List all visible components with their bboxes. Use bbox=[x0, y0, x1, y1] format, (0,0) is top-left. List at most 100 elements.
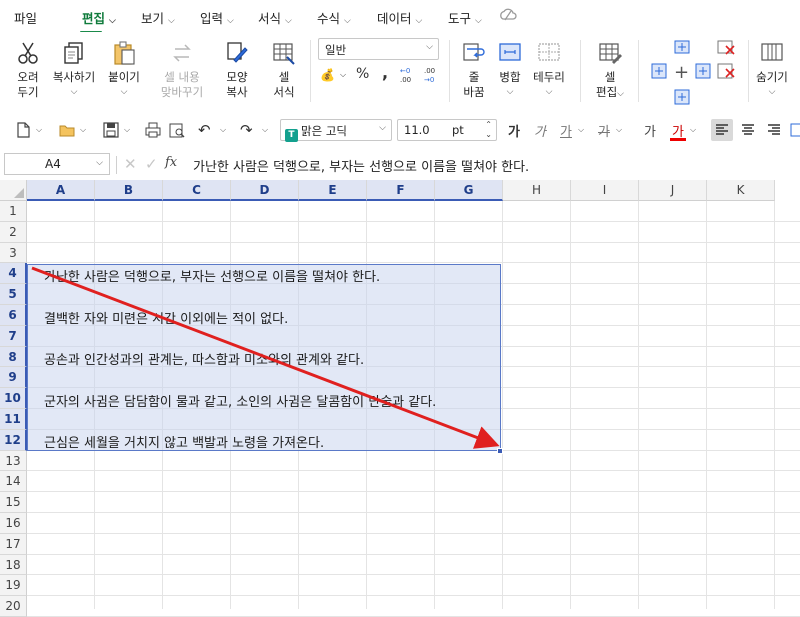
tab-tools[interactable]: 도구 ⌵ bbox=[448, 8, 482, 27]
cell-a4[interactable]: 가난한 사람은 덕행으로, 부자는 선행으로 이름을 떨쳐야 한다. bbox=[44, 266, 380, 285]
strikethrough-button[interactable]: 가 bbox=[598, 121, 610, 140]
row-header-16[interactable]: 16 bbox=[0, 513, 27, 534]
tab-file[interactable]: 파일 bbox=[14, 8, 37, 27]
row-header-5[interactable]: 5 bbox=[0, 284, 27, 305]
row-header-4[interactable]: 4 bbox=[0, 263, 27, 285]
confirm-icon[interactable]: ✓ bbox=[145, 155, 158, 173]
font-name-select[interactable]: T 맑은 고딕 ⌵ bbox=[280, 119, 392, 142]
column-header-f[interactable]: F bbox=[367, 180, 435, 201]
chevron-down-icon[interactable]: ⌵ bbox=[36, 125, 42, 135]
border-button[interactable]: 테두리 ⌵ bbox=[530, 40, 568, 100]
tab-insert[interactable]: 입력 ⌵ bbox=[200, 8, 234, 27]
chevron-down-icon[interactable]: ⌵ bbox=[616, 125, 622, 135]
undo-icon[interactable]: ↶ bbox=[198, 121, 211, 139]
column-header-k[interactable]: K bbox=[707, 180, 775, 201]
row-header-12[interactable]: 12 bbox=[0, 429, 27, 451]
decrease-decimal-icon[interactable]: .00 →0 bbox=[424, 65, 444, 83]
paste-button[interactable]: 붙이기 ⌵ bbox=[104, 40, 144, 100]
cell-format-button[interactable]: 셀 서식 bbox=[266, 40, 302, 100]
name-box[interactable]: A4 ⌵ bbox=[4, 153, 110, 175]
column-header-i[interactable]: I bbox=[571, 180, 639, 201]
row-header-11[interactable]: 11 bbox=[0, 409, 27, 430]
spinner-icon[interactable]: ⌃ ⌄ bbox=[485, 120, 492, 140]
tab-data[interactable]: 데이터 ⌵ bbox=[377, 8, 422, 27]
number-format-select[interactable]: 일반 ⌵ bbox=[318, 38, 439, 60]
row-header-2[interactable]: 2 bbox=[0, 221, 27, 243]
row-header-3[interactable]: 3 bbox=[0, 242, 27, 264]
wrap-text-button[interactable]: 줄 바꿈 bbox=[458, 40, 490, 100]
cloud-sync-icon[interactable] bbox=[499, 8, 517, 22]
row-header-1[interactable]: 1 bbox=[0, 201, 27, 222]
column-header-c[interactable]: C bbox=[163, 180, 231, 201]
new-document-icon[interactable] bbox=[14, 121, 32, 139]
chevron-down-icon[interactable]: ⌵ bbox=[124, 125, 130, 135]
hide-label: 숨기기 bbox=[756, 70, 788, 84]
copy-button[interactable]: 복사하기 ⌵ bbox=[50, 40, 98, 100]
increase-decimal-icon[interactable]: ←0 .00 bbox=[400, 65, 420, 83]
row-header-10[interactable]: 10 bbox=[0, 388, 27, 409]
cell-a8[interactable]: 공손과 인간성과의 관계는, 따스함과 미소와의 관계와 같다. bbox=[44, 349, 364, 368]
formula-input[interactable]: 가난한 사람은 덕행으로, 부자는 선행으로 이름을 떨쳐야 한다. bbox=[193, 156, 529, 175]
row-header-9[interactable]: 9 bbox=[0, 367, 27, 389]
row-header-8[interactable]: 8 bbox=[0, 346, 27, 368]
row-header-13[interactable]: 13 bbox=[0, 450, 27, 472]
tab-edit[interactable]: 편집 ⌵ bbox=[80, 8, 116, 34]
row-header-14[interactable]: 14 bbox=[0, 471, 27, 493]
row-header-18[interactable]: 18 bbox=[0, 554, 27, 576]
function-icon[interactable]: fx bbox=[165, 155, 177, 170]
open-folder-icon[interactable] bbox=[58, 121, 76, 139]
chevron-down-icon[interactable]: ⌵ bbox=[578, 125, 584, 135]
column-header-b[interactable]: B bbox=[95, 180, 163, 201]
fill-handle[interactable] bbox=[497, 448, 503, 454]
chevron-down-icon[interactable]: ⌵ bbox=[690, 125, 696, 135]
row-header-20[interactable]: 20 bbox=[0, 596, 27, 617]
italic-button[interactable]: 가 bbox=[534, 121, 546, 140]
align-right-icon[interactable] bbox=[765, 121, 783, 139]
column-header-d[interactable]: D bbox=[231, 180, 299, 201]
row-header-6[interactable]: 6 bbox=[0, 305, 27, 326]
chevron-down-icon[interactable]: ⌵ bbox=[340, 70, 346, 80]
format-painter-label: 모양 bbox=[226, 70, 248, 84]
justify-icon[interactable] bbox=[790, 121, 800, 139]
percent-button[interactable]: % bbox=[356, 66, 369, 82]
cancel-icon[interactable]: ✕ bbox=[124, 155, 137, 173]
chevron-down-icon[interactable]: ⌵ bbox=[262, 125, 268, 135]
column-header-h[interactable]: H bbox=[503, 180, 571, 201]
redo-icon[interactable]: ↷ bbox=[240, 121, 253, 139]
merge-button[interactable]: 병합 ⌵ bbox=[496, 40, 524, 100]
tab-formula[interactable]: 수식 ⌵ bbox=[317, 8, 351, 27]
spreadsheet-grid[interactable]: ABCDEFGHIJK 1 2 3 4 5 6 7 8 9 10 11 12 13 14 15 16 17 18 1… bbox=[0, 180, 800, 617]
grid-hline bbox=[27, 491, 800, 493]
font-size-input[interactable]: 11.0 pt ⌃ ⌄ bbox=[397, 119, 497, 141]
underline-button[interactable]: 가 bbox=[560, 121, 572, 140]
column-header-j[interactable]: J bbox=[639, 180, 707, 201]
cell-a6[interactable]: 결백한 자와 미련은 시간 이외에는 적이 없다. bbox=[44, 308, 288, 327]
format-painter-button[interactable]: 모양 복사 bbox=[218, 40, 256, 100]
tab-view[interactable]: 보기 ⌵ bbox=[141, 8, 175, 27]
select-all-corner[interactable] bbox=[0, 180, 27, 201]
hide-button[interactable]: 숨기기 ⌵ bbox=[752, 40, 792, 100]
font-shrink-button[interactable]: 가 bbox=[644, 121, 656, 140]
print-preview-icon[interactable] bbox=[168, 121, 186, 139]
chevron-down-icon[interactable]: ⌵ bbox=[220, 125, 226, 135]
cell-a10[interactable]: 군자의 사귐은 담담함이 물과 같고, 소인의 사귐은 달콤함이 단술과 같다. bbox=[44, 391, 436, 410]
print-icon[interactable] bbox=[144, 121, 162, 139]
row-header-19[interactable]: 19 bbox=[0, 575, 27, 597]
chevron-down-icon[interactable]: ⌵ bbox=[80, 125, 86, 135]
column-header-g[interactable]: G bbox=[435, 180, 503, 201]
currency-icon[interactable]: 💰 bbox=[320, 68, 335, 82]
column-header-a[interactable]: A bbox=[27, 180, 95, 201]
row-header-7[interactable]: 7 bbox=[0, 325, 27, 347]
row-header-17[interactable]: 17 bbox=[0, 533, 27, 555]
bold-button[interactable]: 가 bbox=[508, 121, 520, 140]
comma-button[interactable]: , bbox=[382, 63, 388, 82]
cut-button[interactable]: 오려 두기 bbox=[10, 40, 46, 100]
save-icon[interactable] bbox=[102, 121, 120, 139]
cell-edit-button[interactable]: 셀 편집⌵ bbox=[592, 40, 628, 102]
swap-cell-content-button[interactable]: 셀 내용 맞바꾸기 bbox=[156, 40, 208, 100]
align-center-icon[interactable] bbox=[739, 121, 757, 139]
cell-a12[interactable]: 근심은 세월을 거치지 않고 백발과 노령을 가져온다. bbox=[44, 432, 324, 451]
row-header-15[interactable]: 15 bbox=[0, 492, 27, 513]
tab-format[interactable]: 서식 ⌵ bbox=[258, 8, 292, 27]
column-header-e[interactable]: E bbox=[299, 180, 367, 201]
